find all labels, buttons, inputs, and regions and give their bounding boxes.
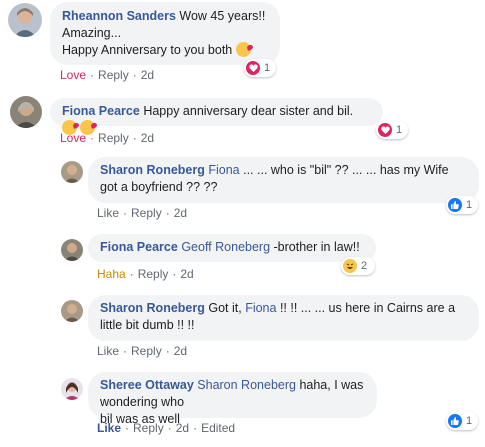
avatar[interactable]: [61, 300, 83, 322]
reaction-count[interactable]: 1: [446, 196, 478, 214]
like-link[interactable]: Like: [97, 206, 119, 220]
reply-bubble: Sharon Roneberg Fiona ... ... who is "bi…: [88, 157, 479, 203]
reaction-count[interactable]: 1: [376, 121, 408, 139]
reply-bubble: Sharon Roneberg Got it, Fiona !! !! ... …: [88, 295, 479, 341]
timestamp[interactable]: 2d: [174, 344, 187, 358]
reaction-count[interactable]: 1: [446, 412, 478, 430]
love-link[interactable]: Love: [60, 131, 86, 145]
reaction-count-label: 1: [264, 62, 271, 74]
avatar[interactable]: [61, 161, 83, 183]
reply-author[interactable]: Sharon Roneberg: [100, 163, 205, 177]
haha-link[interactable]: Haha: [97, 267, 126, 281]
comment-author[interactable]: Fiona Pearce: [62, 104, 140, 118]
comment-text: Happy anniversary dear sister and bil.: [143, 104, 354, 118]
love-link[interactable]: Love: [60, 68, 86, 82]
reply-text: ... ... who is "bil" ?? ... ... has my W…: [239, 163, 449, 177]
comment-text: Happy Anniversary to you both: [62, 43, 233, 57]
reaction-count-label: 1: [466, 199, 473, 211]
reply-text: little bit dumb !! !!: [100, 318, 195, 332]
thumbs-up-icon: [448, 198, 462, 212]
reply-author[interactable]: Sharon Roneberg: [100, 301, 205, 315]
reply-text: -brother in law!!: [270, 240, 360, 254]
comment-bubble: Fiona Pearce Happy anniversary dear sist…: [50, 98, 383, 135]
thumbs-up-icon: [448, 414, 462, 428]
comment-actions: Love · Reply · 2d: [60, 68, 155, 82]
reply-actions: Like · Reply · 2d: [97, 206, 188, 220]
laughing-face-icon: [343, 259, 357, 273]
comment-author[interactable]: Rheannon Sanders: [62, 9, 176, 23]
avatar[interactable]: [61, 239, 83, 261]
reply-link[interactable]: Reply: [133, 421, 164, 435]
timestamp[interactable]: 2d: [180, 267, 193, 281]
mention-link[interactable]: Sharon Roneberg: [197, 378, 296, 392]
mention-link[interactable]: Geoff Roneberg: [181, 240, 270, 254]
mention-link[interactable]: Fiona: [245, 301, 276, 315]
kissing-face-icon: [235, 42, 251, 57]
reaction-count[interactable]: 1: [244, 59, 276, 77]
avatar[interactable]: [8, 3, 42, 37]
reply-text: Got it,: [208, 301, 246, 315]
reply-bubble: Sheree Ottaway Sharon Roneberg haha, I w…: [88, 372, 377, 426]
comment-text: Wow 45 years!!: [179, 9, 266, 23]
timestamp[interactable]: 2d: [141, 131, 154, 145]
comment-actions: Love · Reply · 2d: [60, 131, 155, 145]
reply-text: got a boyfriend ?? ??: [100, 180, 218, 194]
comment-text: Amazing...: [62, 26, 122, 40]
like-link[interactable]: Like: [97, 421, 121, 435]
reply-link[interactable]: Reply: [131, 206, 162, 220]
reply-author[interactable]: Sheree Ottaway: [100, 378, 194, 392]
reaction-count-label: 1: [396, 124, 403, 136]
reply-actions: Like · Reply · 2d · Edited: [97, 421, 236, 435]
like-link[interactable]: Like: [97, 344, 119, 358]
reaction-count-label: 2: [361, 260, 368, 272]
reaction-count-label: 1: [466, 415, 473, 427]
reply-link[interactable]: Reply: [131, 344, 162, 358]
heart-icon: [246, 61, 260, 75]
reply-bubble: Fiona Pearce Geoff Roneberg -brother in …: [88, 234, 376, 262]
reply-author[interactable]: Fiona Pearce: [100, 240, 178, 254]
avatar[interactable]: [10, 96, 42, 128]
reply-actions: Like · Reply · 2d: [97, 344, 188, 358]
reply-actions: Haha · Reply · 2d: [97, 267, 194, 281]
timestamp[interactable]: 2d: [141, 68, 154, 82]
timestamp[interactable]: 2d: [174, 206, 187, 220]
reply-text: !! !! ... ... us here in Cairns are a: [276, 301, 456, 315]
reply-link[interactable]: Reply: [98, 131, 129, 145]
heart-icon: [378, 123, 392, 137]
reply-link[interactable]: Reply: [138, 267, 169, 281]
reaction-count[interactable]: 2: [341, 257, 375, 275]
avatar[interactable]: [61, 378, 83, 400]
edited-label[interactable]: Edited: [201, 421, 235, 435]
reply-link[interactable]: Reply: [98, 68, 129, 82]
comment-bubble: Rheannon Sanders Wow 45 years!! Amazing.…: [50, 2, 280, 65]
timestamp[interactable]: 2d: [176, 421, 189, 435]
mention-link[interactable]: Fiona: [208, 163, 239, 177]
